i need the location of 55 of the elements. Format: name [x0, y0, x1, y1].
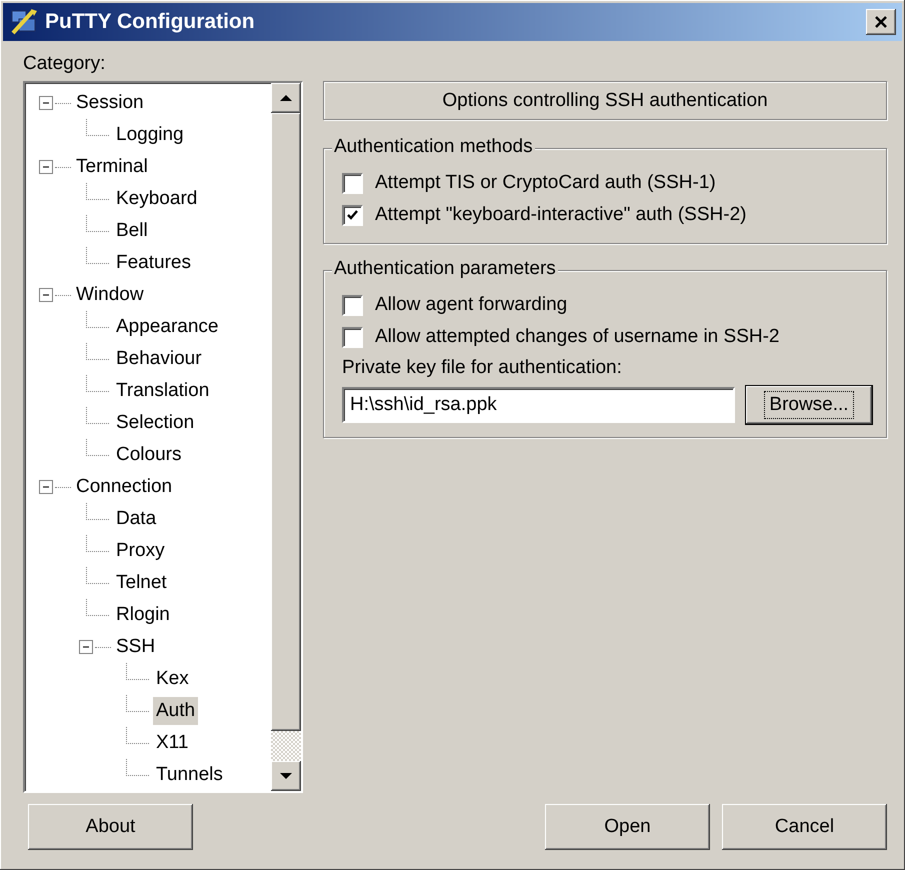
collapse-toggle[interactable] — [39, 480, 53, 494]
group-title: Authentication parameters — [332, 258, 558, 280]
field-label: Private key file for authentication: — [342, 357, 622, 379]
collapse-toggle[interactable] — [39, 160, 53, 174]
open-button[interactable]: Open — [545, 804, 710, 850]
tree-item[interactable]: Connection — [73, 473, 176, 501]
tree-item[interactable]: Appearance — [113, 313, 222, 341]
up-arrow-icon — [279, 94, 293, 102]
scroll-down-button[interactable] — [271, 761, 301, 791]
checkbox[interactable] — [342, 294, 363, 316]
checkbox[interactable] — [342, 326, 363, 348]
about-button[interactable]: About — [28, 804, 193, 850]
computers-wrench-icon — [9, 7, 39, 37]
collapse-toggle[interactable] — [39, 288, 53, 302]
browse-button[interactable]: Browse... — [745, 385, 873, 425]
tree-item[interactable]: Rlogin — [113, 601, 173, 629]
tree-item[interactable]: Data — [113, 505, 160, 533]
checkbox-label[interactable]: Allow agent forwarding — [375, 294, 568, 316]
checkbox[interactable] — [342, 204, 363, 226]
panel-header: Options controlling SSH authentication — [323, 81, 887, 120]
tree-item[interactable]: Telnet — [113, 569, 170, 597]
tree-item[interactable]: Keyboard — [113, 185, 200, 213]
tree-item[interactable]: Kex — [153, 665, 192, 693]
checkmark-icon — [347, 210, 358, 220]
down-arrow-icon — [279, 772, 293, 780]
collapse-toggle[interactable] — [79, 640, 93, 654]
collapse-toggle[interactable] — [39, 96, 53, 110]
close-button[interactable] — [866, 9, 896, 35]
scrollbar-thumb[interactable] — [271, 113, 301, 731]
tree-item[interactable]: SSH — [113, 633, 158, 661]
cancel-button[interactable]: Cancel — [722, 804, 887, 850]
tree-item[interactable]: Window — [73, 281, 147, 309]
checkbox-label[interactable]: Attempt "keyboard-interactive" auth (SSH-2) — [375, 204, 746, 226]
tree-item[interactable]: Colours — [113, 441, 184, 469]
tree-item[interactable]: Selection — [113, 409, 198, 437]
tree-item[interactable]: Features — [113, 249, 194, 277]
checkbox-label[interactable]: Attempt TIS or CryptoCard auth (SSH-1) — [375, 172, 716, 194]
tree-item[interactable]: Auth — [153, 697, 198, 725]
tree-item[interactable]: Tunnels — [153, 761, 226, 789]
tree-item[interactable]: Translation — [113, 377, 212, 405]
checkbox-label[interactable]: Allow attempted changes of username in SSH-2 — [375, 326, 780, 348]
checkbox[interactable] — [342, 172, 363, 194]
tree-item[interactable]: Terminal — [73, 153, 151, 181]
tree-item[interactable]: Logging — [113, 121, 187, 149]
tree-item[interactable]: X11 — [153, 729, 192, 757]
scrollbar-track[interactable] — [271, 731, 301, 761]
key-file-field[interactable]: H:\ssh\id_rsa.ppk — [342, 387, 735, 423]
window-title: PuTTY Configuration — [45, 10, 256, 34]
close-icon — [874, 15, 888, 29]
scroll-up-button[interactable] — [271, 83, 301, 113]
tree-item[interactable]: Session — [73, 89, 147, 117]
tree-item[interactable]: Behaviour — [113, 345, 205, 373]
tree-item[interactable]: Bell — [113, 217, 151, 245]
tree-item[interactable]: Proxy — [113, 537, 168, 565]
category-label: Category: — [23, 52, 106, 76]
